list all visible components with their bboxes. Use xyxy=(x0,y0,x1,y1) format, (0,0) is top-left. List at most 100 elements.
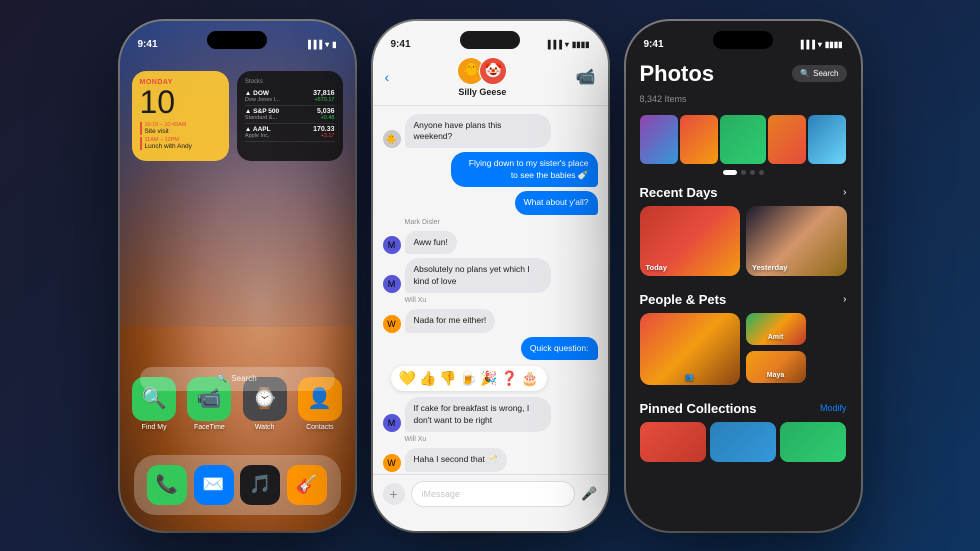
stock-sp500-name: ▲ S&P 500 xyxy=(245,108,279,115)
group-avatars: 🐥 🤡 xyxy=(457,57,507,85)
photos-search-button[interactable]: 🔍 Search xyxy=(792,65,846,82)
phone-1: 9:41 ▐▐▐ ▾ ▮ MONDAY 10 10:15 – 10:45AM S… xyxy=(120,21,355,531)
stock-row-sp500: ▲ S&P 500 Standard &... 5,036 +0.48 xyxy=(245,106,335,124)
sender-label-mark: Mark Disler xyxy=(405,219,598,226)
battery-icon-1: ▮ xyxy=(332,40,336,49)
recent-day-today[interactable]: Today xyxy=(640,206,741,276)
msg-bubble-2: Flying down to my sister's place to see … xyxy=(451,152,597,187)
person-amit[interactable]: Amit xyxy=(746,313,806,345)
people-pets-title: People & Pets xyxy=(640,292,727,307)
tapback-party[interactable]: 🎉 xyxy=(480,370,497,387)
tapback-beer[interactable]: 🍺 xyxy=(460,370,477,387)
add-button[interactable]: + xyxy=(383,483,405,505)
photos-top-row: Photos 🔍 Search xyxy=(640,61,847,87)
tapback-question[interactable]: ❓ xyxy=(501,370,518,387)
search-bar-ph1[interactable]: 🔍 Search xyxy=(140,367,335,391)
people-pets-chevron[interactable]: › xyxy=(843,294,846,305)
person-group-icon: 👥 xyxy=(640,373,740,381)
photo-thumb-4[interactable] xyxy=(768,115,806,164)
msg-bubble-10: Haha I second that 🥂 xyxy=(405,448,507,471)
photo-thumb-1[interactable] xyxy=(640,115,678,164)
dynamic-island-3 xyxy=(713,31,773,49)
person-maya[interactable]: Maya xyxy=(746,351,806,383)
calendar-event-1: 10:15 – 10:45AM Site visit xyxy=(140,122,221,135)
dynamic-island-2 xyxy=(460,31,520,49)
status-time-1: 9:41 xyxy=(138,39,158,50)
photo-thumb-5[interactable] xyxy=(808,115,846,164)
event-1-title: Site visit xyxy=(145,128,221,135)
msg-row-7: Quick question: xyxy=(383,337,598,360)
messages-body[interactable]: 🐥 Anyone have plans this weekend? Flying… xyxy=(373,106,608,474)
calendar-day-number: 10 xyxy=(140,86,221,118)
pinned-thumb-3[interactable] xyxy=(780,422,846,462)
stock-aapl-sub: Apple Inc. xyxy=(245,133,271,139)
signal-icon-2: ▐▐▐ xyxy=(545,40,562,49)
imessage-placeholder: iMessage xyxy=(422,489,461,499)
pinned-thumb-1[interactable] xyxy=(640,422,706,462)
photo-thumb-3[interactable] xyxy=(720,115,766,164)
mic-button[interactable]: 🎤 xyxy=(581,486,597,502)
recent-day-yesterday[interactable]: Yesterday xyxy=(746,206,847,276)
person-group[interactable]: 👥 xyxy=(640,313,740,385)
tapback-thumbsdown[interactable]: 👎 xyxy=(439,370,456,387)
recent-days-title: Recent Days xyxy=(640,185,718,200)
status-icons-3: ▐▐▐ ▾ ▮▮▮▮ xyxy=(798,40,843,49)
dot-3 xyxy=(750,170,755,175)
photos-dots xyxy=(626,170,861,181)
sender-label-will2: Will Xu xyxy=(405,436,598,443)
msg-bubble-1: Anyone have plans this weekend? xyxy=(405,114,551,149)
photos-grid-top xyxy=(626,115,861,170)
people-pets-row: 👥 Amit Maya xyxy=(640,313,847,385)
avatar-2: 🤡 xyxy=(479,57,507,85)
pinned-thumb-2[interactable] xyxy=(710,422,776,462)
search-icon-ph1: 🔍 xyxy=(217,374,227,383)
dot-1 xyxy=(723,170,737,175)
dock-mail[interactable]: ✉️ xyxy=(194,465,234,505)
imessage-input[interactable]: iMessage xyxy=(411,481,576,507)
calendar-event-2: 11AM – 12PM Lunch with Andy xyxy=(140,137,221,150)
msg-bubble-3: What about y'all? xyxy=(515,191,598,214)
today-label: Today xyxy=(646,263,668,272)
phone-2: 9:41 ▐▐▐ ▾ ▮▮▮▮ ‹ 🐥 🤡 Silly Geese 📹 xyxy=(373,21,608,531)
widget-calendar[interactable]: MONDAY 10 10:15 – 10:45AM Site visit 11A… xyxy=(132,71,229,161)
phone-3: 9:41 ▐▐▐ ▾ ▮▮▮▮ Photos 🔍 Search 8,342 It… xyxy=(626,21,861,531)
widget-stocks[interactable]: Stocks ▲ DOW Dow Jones I... 37,816 +570.… xyxy=(237,71,343,161)
modify-button[interactable]: Modify xyxy=(820,403,847,413)
dock-music[interactable]: 🎵 xyxy=(240,465,280,505)
pinned-collections-section: Pinned Collections Modify xyxy=(626,397,861,466)
photos-title: Photos xyxy=(640,61,715,87)
stock-dow-sub: Dow Jones I... xyxy=(245,97,280,103)
yesterday-label: Yesterday xyxy=(752,263,787,272)
recent-days-chevron[interactable]: › xyxy=(843,187,846,198)
stock-aapl-change: +3.17 xyxy=(313,133,334,139)
back-button[interactable]: ‹ xyxy=(385,69,390,85)
msg-row-3: What about y'all? xyxy=(383,191,598,214)
tapback-thumbsup[interactable]: 👍 xyxy=(419,370,436,387)
watch-label: Watch xyxy=(255,424,275,431)
dock-phone[interactable]: 📞 xyxy=(147,465,187,505)
photo-thumb-2[interactable] xyxy=(680,115,718,164)
group-name: Silly Geese xyxy=(458,87,506,97)
contacts-label: Contacts xyxy=(306,424,334,431)
stock-dow-change: +570.17 xyxy=(313,97,334,103)
tapback-heart[interactable]: 💛 xyxy=(399,370,416,387)
signal-icon-1: ▐▐▐ xyxy=(305,40,322,49)
stocks-label: Stocks xyxy=(245,79,335,85)
video-call-button[interactable]: 📹 xyxy=(576,67,596,87)
dock-guitar[interactable]: 🎸 xyxy=(287,465,327,505)
status-time-2: 9:41 xyxy=(391,39,411,50)
tapback-cake[interactable]: 🎂 xyxy=(521,370,538,387)
stock-dow-price: 37,816 xyxy=(313,90,334,97)
battery-icon-2: ▮▮▮▮ xyxy=(572,40,590,49)
signal-icon-3: ▐▐▐ xyxy=(798,40,815,49)
people-pets-section: People & Pets › 👥 Amit xyxy=(626,288,861,389)
stock-row-dow: ▲ DOW Dow Jones I... 37,816 +570.17 xyxy=(245,88,335,106)
wallpaper-overlay xyxy=(120,21,355,327)
pinned-collections-row xyxy=(640,422,847,462)
calendar-events: 10:15 – 10:45AM Site visit 11AM – 12PM L… xyxy=(140,122,221,150)
dot-2 xyxy=(741,170,746,175)
tapback-row[interactable]: 💛 👍 👎 🍺 🎉 ❓ 🎂 xyxy=(391,366,547,391)
msg-row-2: Flying down to my sister's place to see … xyxy=(383,152,598,187)
status-icons-1: ▐▐▐ ▾ ▮ xyxy=(305,40,336,49)
msg-row-4: M Aww fun! xyxy=(383,231,598,254)
